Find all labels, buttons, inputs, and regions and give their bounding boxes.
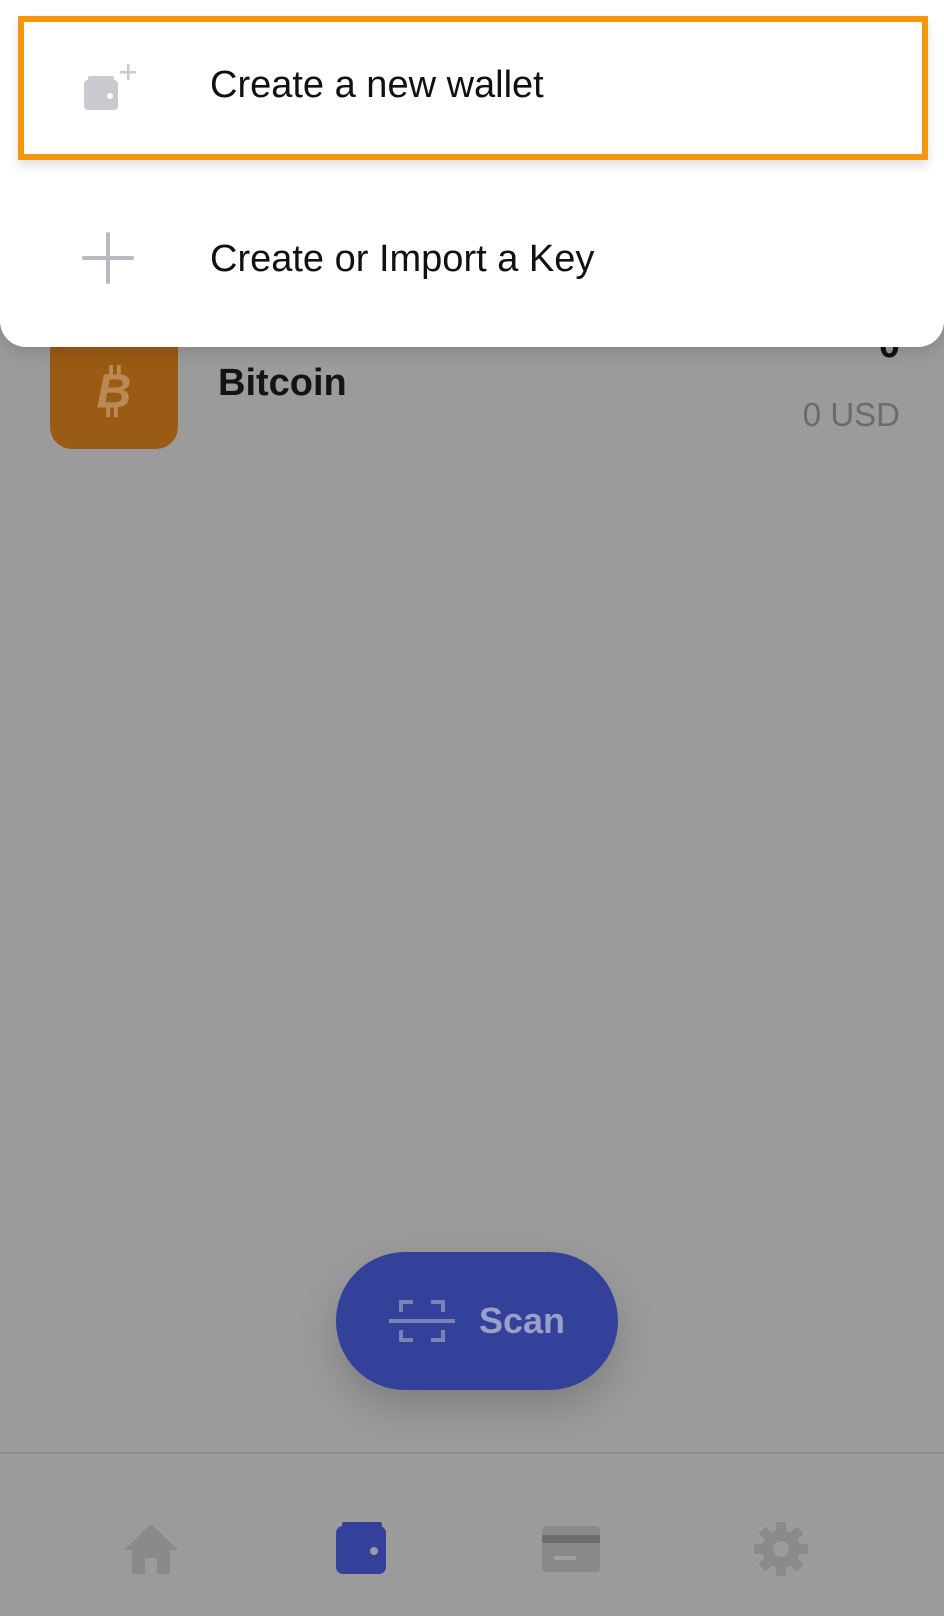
wallet-add-icon <box>84 64 136 110</box>
wallet-icon <box>336 1522 386 1574</box>
scan-icon <box>388 1300 455 1342</box>
card-icon <box>542 1526 600 1572</box>
wallet-fiat-balance: 0 USD <box>802 396 900 433</box>
wallet-name: Bitcoin <box>218 362 347 404</box>
menu-item-label: Create or Import a Key <box>210 238 595 280</box>
plus-icon <box>82 232 134 284</box>
home-icon <box>124 1524 178 1574</box>
nav-home[interactable] <box>116 1514 186 1584</box>
menu-item-create-new-wallet[interactable]: Create a new wallet <box>18 16 928 160</box>
menu-item-create-import-key[interactable]: Create or Import a Key <box>0 190 944 330</box>
bottom-nav <box>0 1452 944 1616</box>
scan-label: Scan <box>478 1300 566 1341</box>
nav-wallets[interactable] <box>328 1514 398 1584</box>
add-menu: Create a new wallet Create or Import a K… <box>0 0 944 347</box>
menu-item-label: Create a new wallet <box>210 64 544 106</box>
scan-button[interactable]: Scan <box>336 1252 618 1390</box>
nav-settings[interactable] <box>746 1514 816 1584</box>
gear-icon <box>754 1522 808 1576</box>
nav-card[interactable] <box>536 1514 606 1584</box>
bitcoin-icon: B <box>50 335 178 449</box>
